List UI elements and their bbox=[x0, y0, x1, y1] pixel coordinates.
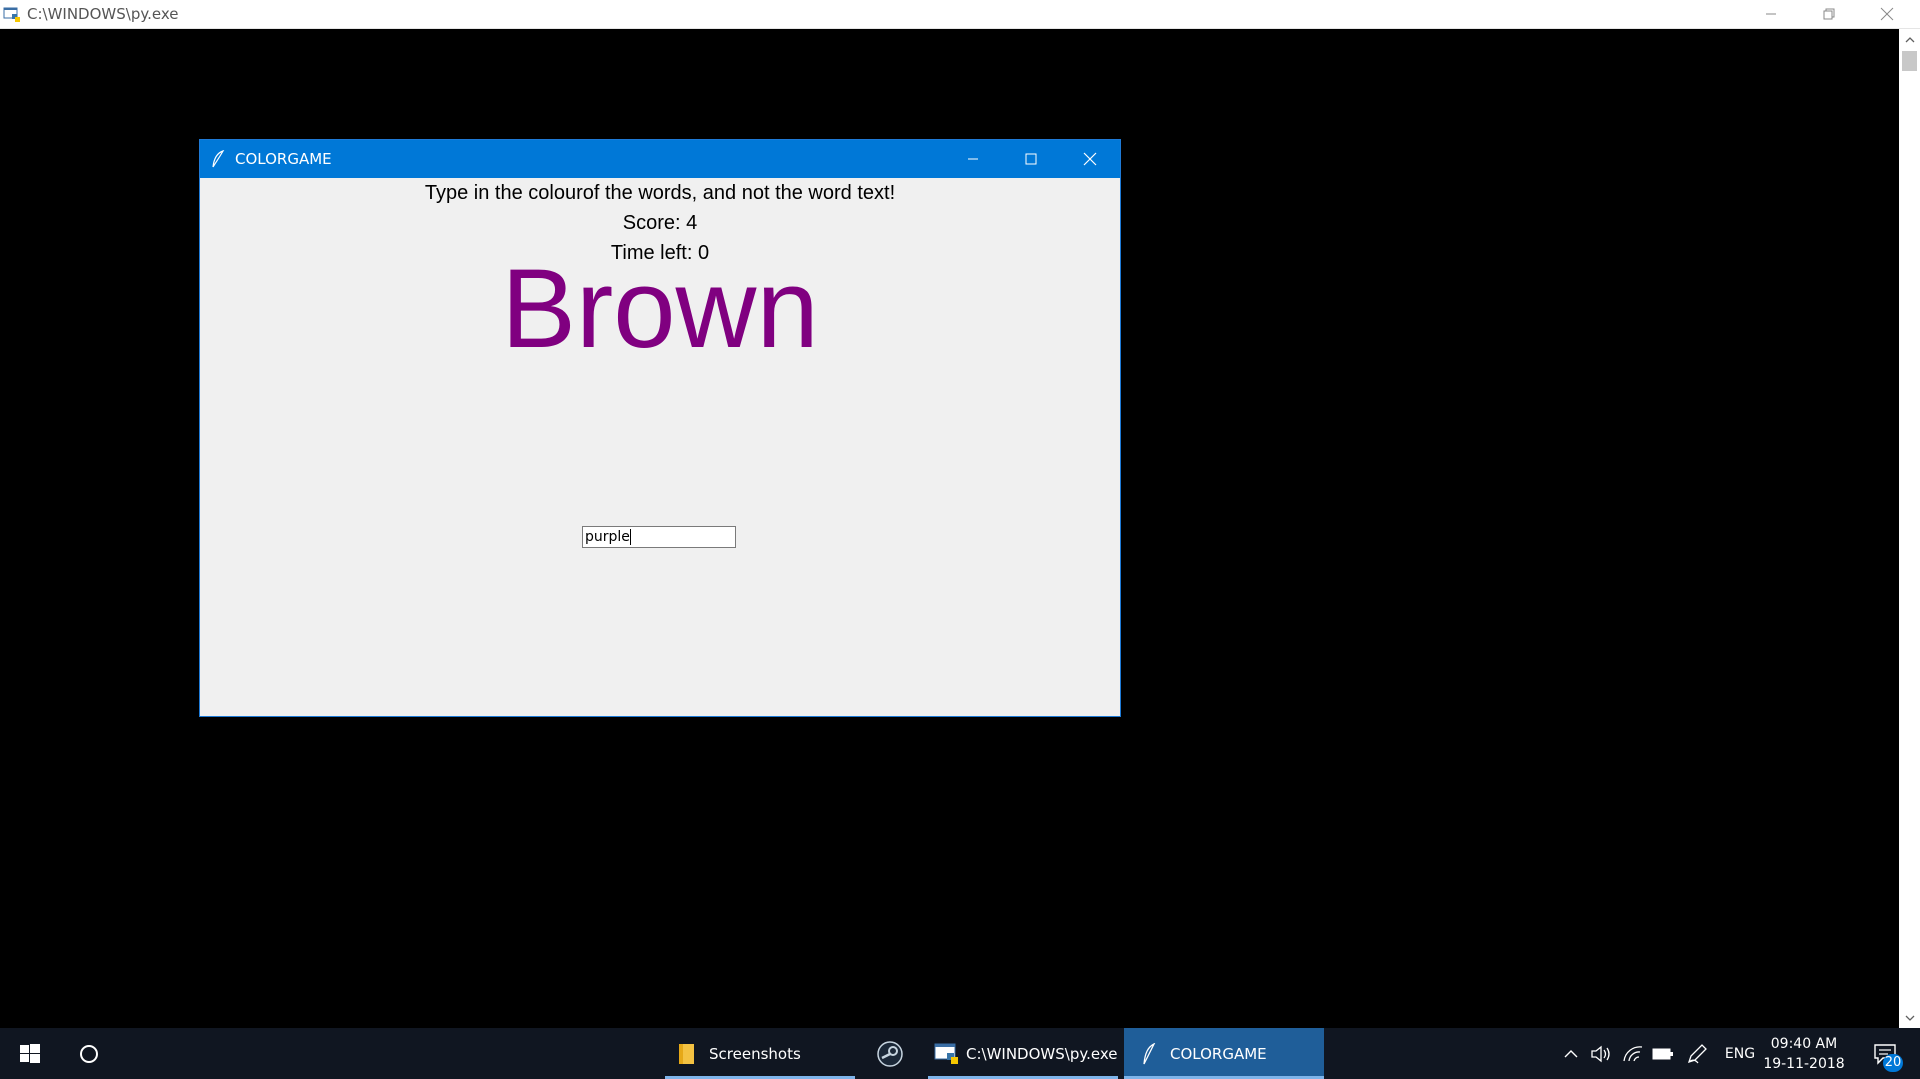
taskbar-app-colorgame[interactable]: COLORGAME bbox=[1124, 1028, 1324, 1079]
taskbar-app-py-exe[interactable]: C:\WINDOWS\py.exe bbox=[928, 1028, 1118, 1079]
instructions-label: Type in the colourof the words, and not … bbox=[424, 182, 896, 204]
wifi-icon bbox=[1622, 1045, 1644, 1063]
battery-icon bbox=[1652, 1047, 1674, 1061]
taskbar-app-label: C:\WINDOWS\py.exe bbox=[966, 1044, 1118, 1063]
chevron-down-icon bbox=[1905, 1015, 1915, 1022]
python-icon bbox=[3, 5, 21, 23]
scroll-down-button[interactable] bbox=[1899, 1008, 1920, 1028]
language-label: ENG bbox=[1724, 1045, 1756, 1062]
maximize-icon bbox=[1025, 153, 1037, 165]
score-label: Score: 4 bbox=[622, 212, 698, 234]
input-value: purple bbox=[585, 529, 630, 545]
close-icon bbox=[1083, 152, 1097, 166]
restore-icon bbox=[1823, 8, 1835, 20]
color-word-label: Brown bbox=[501, 246, 819, 371]
taskbar-app-steam[interactable] bbox=[862, 1028, 918, 1079]
colorgame-content: Type in the colourof the words, and not … bbox=[200, 178, 1120, 716]
chevron-up-icon bbox=[1564, 1049, 1578, 1058]
taskbar-app-screenshots[interactable]: Screenshots bbox=[665, 1028, 855, 1079]
network-button[interactable] bbox=[1620, 1028, 1646, 1079]
colorgame-titlebar[interactable]: COLORGAME bbox=[200, 140, 1120, 178]
game-maximize-button[interactable] bbox=[1002, 140, 1060, 178]
scroll-thumb[interactable] bbox=[1902, 51, 1917, 71]
clock-button[interactable]: 09:40 AM 19-11-2018 bbox=[1761, 1028, 1847, 1079]
minimize-icon bbox=[967, 153, 979, 165]
color-answer-input[interactable]: purple bbox=[582, 526, 736, 548]
taskbar: Screenshots C:\WINDOWS\py.exe COLORGAME … bbox=[0, 1028, 1920, 1079]
console-title: C:\WINDOWS\py.exe bbox=[27, 5, 179, 23]
vertical-scrollbar[interactable] bbox=[1899, 29, 1920, 1028]
volume-icon bbox=[1590, 1045, 1612, 1063]
game-minimize-button[interactable] bbox=[944, 140, 1002, 178]
windows-logo-icon bbox=[20, 1043, 40, 1064]
show-hidden-icons-button[interactable] bbox=[1560, 1028, 1582, 1079]
colorgame-window: COLORGAME Type in the colourof the words… bbox=[199, 139, 1121, 717]
folder-icon bbox=[677, 1043, 697, 1065]
console-titlebar[interactable]: C:\WINDOWS\py.exe bbox=[0, 0, 1920, 29]
feather-icon bbox=[211, 150, 225, 168]
minimize-icon bbox=[1765, 8, 1777, 20]
start-button[interactable] bbox=[0, 1028, 60, 1079]
close-button[interactable] bbox=[1858, 0, 1916, 28]
taskbar-app-label: Screenshots bbox=[709, 1044, 801, 1063]
action-center-button[interactable] bbox=[1860, 1028, 1910, 1079]
cortana-button[interactable] bbox=[60, 1028, 118, 1079]
restore-button[interactable] bbox=[1800, 0, 1858, 28]
input-language-button[interactable]: ENG bbox=[1722, 1028, 1758, 1079]
volume-button[interactable] bbox=[1588, 1028, 1614, 1079]
game-close-button[interactable] bbox=[1061, 140, 1119, 178]
clock-time: 09:40 AM bbox=[1770, 1035, 1838, 1052]
text-caret bbox=[629, 529, 631, 545]
notification-count-badge: 20 bbox=[1883, 1054, 1903, 1072]
battery-button[interactable] bbox=[1650, 1028, 1676, 1079]
minimize-button[interactable] bbox=[1742, 0, 1800, 28]
close-icon bbox=[1880, 7, 1894, 21]
python-icon bbox=[934, 1041, 962, 1067]
cortana-circle-icon bbox=[79, 1044, 99, 1064]
steam-icon bbox=[877, 1040, 903, 1067]
clock-date: 19-11-2018 bbox=[1763, 1055, 1845, 1072]
pen-workspace-button[interactable] bbox=[1684, 1028, 1710, 1079]
pen-icon bbox=[1686, 1043, 1708, 1065]
feather-icon bbox=[1142, 1042, 1156, 1065]
taskbar-app-label: COLORGAME bbox=[1170, 1044, 1267, 1063]
chevron-up-icon bbox=[1905, 36, 1915, 43]
scroll-up-button[interactable] bbox=[1899, 29, 1920, 49]
colorgame-title: COLORGAME bbox=[235, 150, 332, 168]
